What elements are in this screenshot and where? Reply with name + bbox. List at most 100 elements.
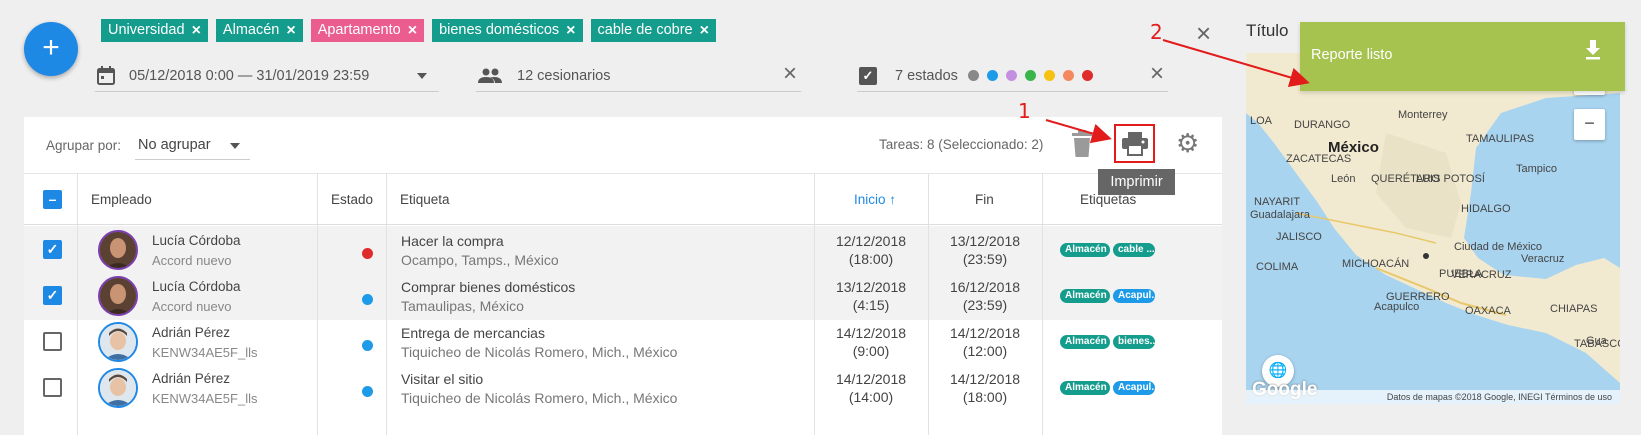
state-color-dot <box>1043 70 1055 81</box>
land-shape <box>1246 53 1620 383</box>
download-icon[interactable] <box>1585 40 1601 60</box>
select-all-checkbox[interactable]: – <box>43 190 62 209</box>
end-time: (12:00) <box>962 343 1008 359</box>
add-task-button[interactable]: + <box>24 22 78 76</box>
row-checkbox[interactable] <box>43 332 62 351</box>
map-place-label: MICHOACÁN <box>1342 258 1410 270</box>
start-date: 12/12/2018 <box>835 233 907 249</box>
task-place: Tamaulipas, México <box>401 298 524 314</box>
map-view[interactable]: LOA DURANGO Monterrey TAMAULIPAS NAYARIT Guad… <box>1246 53 1620 404</box>
map-place-label: Veracruz <box>1521 253 1565 265</box>
map-place-label: TAMAULIPAS <box>1466 133 1535 145</box>
task-title: Visitar el sitio <box>401 371 484 387</box>
print-tooltip: Imprimir <box>1098 169 1175 195</box>
col-state[interactable]: Estado <box>331 174 373 225</box>
filter-tag[interactable]: bienes domésticos × <box>432 19 583 42</box>
arrow-up-icon: ↑ <box>889 192 897 207</box>
task-title: Entrega de mercancias <box>401 325 545 341</box>
tag-chip: Acapul... <box>1113 381 1155 395</box>
state-color-dot <box>1005 70 1017 81</box>
settings-gear-icon[interactable]: ⚙ <box>1176 129 1199 157</box>
group-by-select[interactable]: No agrupar <box>135 130 250 160</box>
end-time: (23:59) <box>962 297 1008 313</box>
map-place-label: Gua <box>1586 335 1607 347</box>
column-divider <box>814 174 815 435</box>
zoom-out-button[interactable]: − <box>1574 109 1605 140</box>
date-range-value: 05/12/2018 0:00 — 31/01/2019 23:59 <box>129 67 370 84</box>
map-place-label: OAXACA <box>1465 305 1511 317</box>
remove-tag-icon[interactable]: × <box>408 19 417 42</box>
row-checkbox[interactable] <box>43 378 62 397</box>
clear-states-icon[interactable]: × <box>1150 62 1164 86</box>
employee-name: Adrián Pérez <box>152 371 231 386</box>
state-color-dot <box>1024 70 1036 81</box>
end-date: 16/12/2018 <box>949 279 1021 295</box>
map-place-label: VERACRUZ <box>1451 269 1512 281</box>
report-ready-toast[interactable]: Reporte listo <box>1300 22 1625 91</box>
filter-tag[interactable]: Apartamento × <box>310 19 425 42</box>
filter-tag[interactable]: Almacén × <box>215 19 303 42</box>
map-place-label: JALISCO <box>1276 231 1322 243</box>
employee-sub: KENW34AE5F_lls <box>152 391 258 406</box>
checkbox-icon: ✓ <box>859 66 877 85</box>
state-dot <box>362 248 373 259</box>
col-label[interactable]: Etiqueta <box>400 174 450 225</box>
employee-name: Adrián Pérez <box>152 325 231 340</box>
start-datetime: 14/12/2018 (14:00) <box>814 370 928 406</box>
people-icon <box>478 68 502 83</box>
end-time: (18:00) <box>962 389 1008 405</box>
employee-name: Lucía Córdoba <box>152 233 241 248</box>
delete-icon[interactable] <box>1069 129 1095 159</box>
tag-chip: Almacén <box>1060 335 1110 349</box>
map-place-label: León <box>1331 173 1356 185</box>
filter-tag-label: cable de cobre <box>597 22 693 38</box>
assignees-filter[interactable]: 12 cesionarios × <box>476 60 801 92</box>
task-place: Ocampo, Tamps., México <box>401 252 559 268</box>
task-title: Hacer la compra <box>401 233 504 249</box>
col-start-label: Inicio <box>854 192 886 207</box>
map-country-label: México <box>1328 139 1379 156</box>
end-date: 13/12/2018 <box>949 233 1021 249</box>
state-dot <box>362 294 373 305</box>
end-datetime: 14/12/2018 (18:00) <box>928 370 1042 406</box>
filter-tag[interactable]: Universidad × <box>101 19 208 42</box>
col-start[interactable]: Inicio ↑ <box>854 174 896 225</box>
print-button[interactable] <box>1114 124 1155 163</box>
filter-tag[interactable]: cable de cobre × <box>590 19 716 42</box>
start-time: (14:00) <box>848 389 894 405</box>
task-place: Tiquicheo de Nicolás Romero, Mich., Méxi… <box>401 344 678 360</box>
remove-tag-icon[interactable]: × <box>566 19 575 42</box>
state-dot <box>362 340 373 351</box>
calendar-icon <box>97 66 115 85</box>
date-range-filter[interactable]: 05/12/2018 0:00 — 31/01/2019 23:59 <box>95 60 439 92</box>
state-color-dot <box>967 70 979 81</box>
remove-tag-icon[interactable]: × <box>286 19 295 42</box>
map-place-label: LUIS POTOSÍ <box>1416 173 1485 185</box>
remove-tag-icon[interactable]: × <box>192 19 201 42</box>
states-filter[interactable]: ✓ 7 estados × <box>857 60 1168 92</box>
states-value: 7 estados <box>895 67 958 84</box>
state-color-dot <box>1081 70 1093 81</box>
map-place-label: DURANGO <box>1294 119 1351 131</box>
clear-tags-icon[interactable]: × <box>1196 20 1211 46</box>
avatar <box>98 276 138 316</box>
start-time: (4:15) <box>852 297 890 313</box>
clear-assignees-icon[interactable]: × <box>783 62 797 86</box>
employee-name: Lucía Córdoba <box>152 279 241 294</box>
col-end[interactable]: Fin <box>975 174 994 225</box>
end-date: 14/12/2018 <box>949 325 1021 341</box>
task-count: Tareas: 8 (Seleccionado: 2) <box>879 137 1044 152</box>
tag-chip: Almacén <box>1060 289 1110 303</box>
map-place-label: Monterrey <box>1398 109 1448 121</box>
start-datetime: 13/12/2018 (4:15) <box>814 278 928 314</box>
row-checkbox[interactable]: ✓ <box>43 240 62 259</box>
row-checkbox[interactable]: ✓ <box>43 286 62 305</box>
start-date: 14/12/2018 <box>835 371 907 387</box>
chevron-down-icon <box>230 143 240 149</box>
col-employee[interactable]: Empleado <box>91 174 152 225</box>
remove-tag-icon[interactable]: × <box>700 19 709 42</box>
start-time: (18:00) <box>848 251 894 267</box>
map-attribution[interactable]: Datos de mapas ©2018 Google, INEGI Térmi… <box>1246 390 1620 404</box>
task-panel: Agrupar por: No agrupar Tareas: 8 (Selec… <box>24 117 1222 435</box>
start-date: 14/12/2018 <box>835 325 907 341</box>
